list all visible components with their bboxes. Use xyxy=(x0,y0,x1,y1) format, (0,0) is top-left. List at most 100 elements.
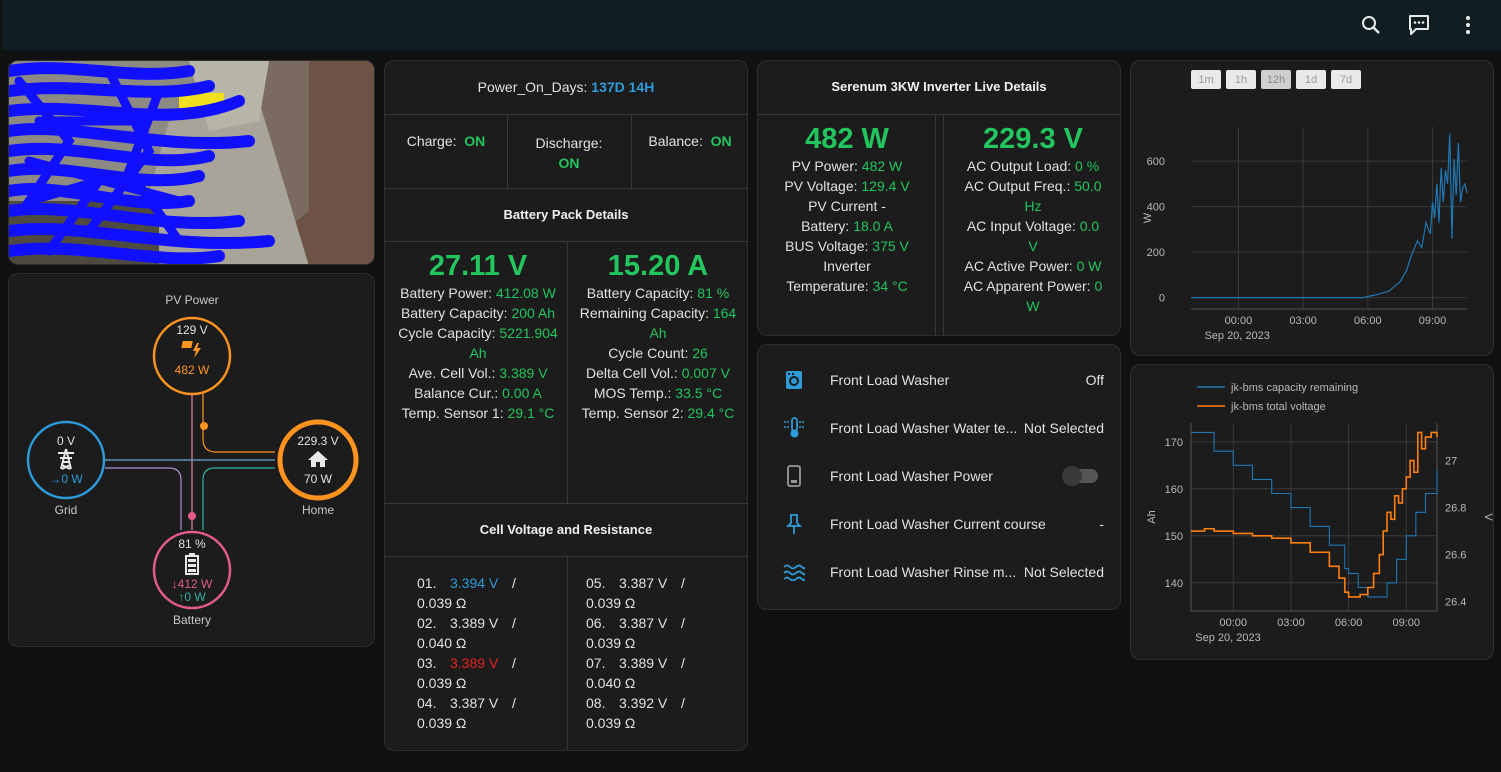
y-left-tick-label: 160 xyxy=(1165,484,1183,496)
cell-resistance: 0.039 Ω xyxy=(586,595,636,611)
x-tick-label: 03:00 xyxy=(1289,315,1317,327)
search-icon[interactable] xyxy=(1358,12,1384,38)
cell-number: 06. xyxy=(586,615,606,631)
cell-entry: 02. 3.389 V / 0.040 Ω xyxy=(417,613,562,653)
cell-resistance: 0.039 Ω xyxy=(586,715,636,731)
bms-right-item-label: Temp. Sensor 2: xyxy=(581,405,688,421)
y-axis-label: W xyxy=(1142,212,1154,223)
pv-power: 482 W xyxy=(174,363,210,377)
inverter-text: Battery: xyxy=(801,218,854,234)
range-selector: 1m 1h 12h 1d 7d xyxy=(1191,70,1361,89)
inverter-text: Hz xyxy=(1024,198,1042,214)
cell-entry: 06. 3.387 V / 0.039 Ω xyxy=(586,613,736,653)
bms-left-item-label: Balance Cur.: xyxy=(414,385,503,401)
cell-separator: / xyxy=(512,655,516,671)
legend-label[interactable]: jk-bms total voltage xyxy=(1230,401,1326,413)
cell-title: Cell Voltage and Resistance xyxy=(479,522,653,537)
assist-icon[interactable] xyxy=(1406,12,1432,38)
inverter-text: Inverter xyxy=(823,258,871,274)
bms-right-item: MOS Temp.: 33.5 °C xyxy=(575,383,741,403)
power-series-line xyxy=(1191,133,1468,299)
bms-right-item-label: MOS Temp.: xyxy=(593,385,676,401)
cell-separator: / xyxy=(681,575,685,591)
voltage-series-line xyxy=(1191,431,1438,598)
y-tick-label: 200 xyxy=(1147,247,1165,259)
washer-row-name: Front Load Washer xyxy=(830,372,950,388)
battery-label: Battery xyxy=(172,613,211,627)
range-button-7d[interactable]: 7d xyxy=(1331,70,1361,89)
y-right-tick-label: 26.4 xyxy=(1445,597,1466,609)
washer-row-course[interactable]: Front Load Washer Current course - xyxy=(758,500,1120,548)
washer-row-state-value[interactable]: Not Selected xyxy=(1024,564,1104,580)
washer-power-toggle[interactable] xyxy=(1062,466,1098,486)
cell-number: 02. xyxy=(417,615,437,631)
washer-row-rinse[interactable]: Front Load Washer Rinse m... Not Selecte… xyxy=(758,548,1120,596)
y-left-axis-label: Ah xyxy=(1146,510,1158,523)
inverter-line: AC Input Voltage: 0.0 xyxy=(948,216,1118,236)
inverter-text: 0 W xyxy=(1076,258,1102,274)
washing-machine-icon xyxy=(782,368,806,392)
discharge-value: ON xyxy=(558,155,580,171)
home-label: Home xyxy=(301,503,334,517)
date-label: Sep 20, 2023 xyxy=(1195,632,1260,644)
bms-left-item-label: Battery Capacity: xyxy=(400,305,512,321)
bms-right-item-label: Cycle Count: xyxy=(608,345,693,361)
y-tick-label: 600 xyxy=(1147,156,1165,168)
range-button-12h[interactable]: 12h xyxy=(1261,70,1291,89)
washer-row-state-value[interactable]: Not Selected xyxy=(1024,420,1104,436)
top-app-bar xyxy=(2,0,1501,50)
x-tick-label: 06:00 xyxy=(1354,315,1382,327)
cell-voltage-line: 06. 3.387 V / xyxy=(586,613,736,633)
bms-history-chart-card: jk-bms capacity remaining jk-bms total vo… xyxy=(1130,364,1494,660)
washer-row-water-temp[interactable]: Front Load Washer Water te... Not Select… xyxy=(758,404,1120,452)
bms-left-item: Ave. Cell Vol.: 3.389 V xyxy=(397,363,559,383)
pack-current: 15.20 A xyxy=(607,250,709,282)
more-vertical-icon[interactable] xyxy=(1455,12,1481,38)
bms-left-item: Battery Power: 412.08 W xyxy=(397,283,559,303)
cell-resistance: 0.040 Ω xyxy=(586,675,636,691)
cells-left-column: 01. 3.394 V / 0.039 Ω 02. 3.389 V / 0.040 Ω 03. 3… xyxy=(417,573,562,733)
inverter-card: Serenum 3KW Inverter Live Details 482 W … xyxy=(757,60,1121,336)
bms-left-item-label: Temp. Sensor 1: xyxy=(401,405,508,421)
inverter-text: AC Output Freq.: xyxy=(964,178,1075,194)
energy-distribution-card: PV Power 129 V 482 W 0 V →0 W Grid 229.3… xyxy=(8,273,375,647)
bms-right-item: Cycle Count: 26 xyxy=(575,343,741,363)
battery-charge: ↑0 W xyxy=(178,590,206,604)
y-tick-label: 400 xyxy=(1147,202,1165,214)
pack-left-items: Battery Power: 412.08 W Battery Capacity:… xyxy=(397,283,559,423)
camera-feed-image[interactable] xyxy=(8,60,375,265)
bms-right-item: Temp. Sensor 2: 29.4 °C xyxy=(575,403,741,423)
cell-title-row: Cell Voltage and Resistance xyxy=(385,504,747,557)
cell-voltage-line: 05. 3.387 V / xyxy=(586,573,736,593)
y-right-tick-label: 27 xyxy=(1445,456,1457,468)
x-tick-label: 09:00 xyxy=(1392,617,1420,629)
inverter-left-items: PV Power: 482 W PV Voltage: 129.4 V PV Cur… xyxy=(762,156,932,296)
cell-voltage: 3.394 V xyxy=(450,575,499,591)
pack-voltage: 27.11 V xyxy=(428,250,528,282)
cell-number: 01. xyxy=(417,575,437,591)
cell-table: 01. 3.394 V / 0.039 Ω 02. 3.389 V / 0.040 Ω 03. 3… xyxy=(385,557,747,750)
cells-right-column: 05. 3.387 V / 0.039 Ω 06. 3.387 V / 0.039 Ω 07. 3… xyxy=(586,573,736,733)
washer-row-state[interactable]: Front Load Washer Off xyxy=(758,356,1120,404)
legend-label[interactable]: jk-bms capacity remaining xyxy=(1230,382,1358,394)
range-button-1d[interactable]: 1d xyxy=(1296,70,1326,89)
cell-voltage-line: 04. 3.387 V / xyxy=(417,693,562,713)
battery-soc: 81 % xyxy=(178,537,206,551)
cell-voltage-line: 03. 3.389 V / xyxy=(417,653,562,673)
y-right-axis-label: V xyxy=(1482,513,1494,521)
cell-resistance: 0.039 Ω xyxy=(586,635,636,651)
inverter-line: AC Output Load: 0 % xyxy=(948,156,1118,176)
range-button-1h[interactable]: 1h xyxy=(1226,70,1256,89)
bms-right-item-label: Delta Cell Vol.: xyxy=(586,365,682,381)
power-on-row: Power_On_Days: 137D 14H xyxy=(385,61,747,115)
pack-right-column: 15.20 A Battery Capacity: 81 % Remaining … xyxy=(575,250,741,423)
x-tick-label: 00:00 xyxy=(1220,617,1248,629)
y-left-tick-label: 140 xyxy=(1165,578,1183,590)
inverter-text: AC Output Load: xyxy=(966,158,1076,174)
inverter-line: AC Apparent Power: 0 xyxy=(948,276,1118,296)
washer-row-state-value: Off xyxy=(1085,372,1104,388)
washer-row-power[interactable]: Front Load Washer Power xyxy=(758,452,1120,500)
range-button-1m[interactable]: 1m xyxy=(1191,70,1221,89)
x-tick-label: 09:00 xyxy=(1419,315,1447,327)
cell-voltage-line: 01. 3.394 V / xyxy=(417,573,562,593)
